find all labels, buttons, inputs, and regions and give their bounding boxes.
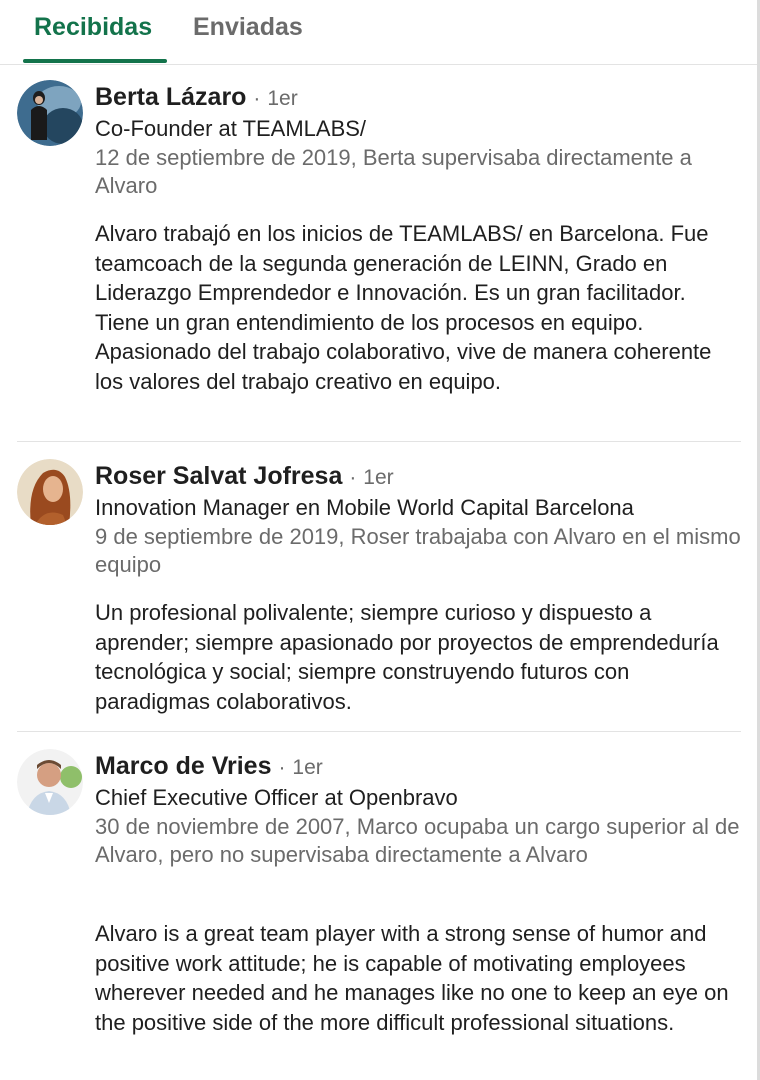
recommendation-meta: 12 de septiembre de 2019, Berta supervis… — [95, 145, 692, 198]
avatar-roser[interactable] — [17, 459, 83, 525]
separator-dot: · — [278, 756, 286, 779]
recommender-headline: Innovation Manager en Mobile World Capit… — [95, 495, 634, 520]
separator-dot: · — [349, 466, 357, 489]
recommendation-text: Un profesional polivalente; siempre curi… — [95, 600, 719, 714]
recommendation-meta: 30 de noviembre de 2007, Marco ocupaba u… — [95, 814, 740, 867]
name-line: Roser Salvat Jofresa · 1er — [95, 461, 394, 493]
recommender-name[interactable]: Marco de Vries — [95, 752, 271, 780]
tab-bar: Recibidas Enviadas — [0, 0, 757, 65]
avatar-image — [17, 749, 83, 815]
tab-enviadas[interactable]: Enviadas — [193, 12, 303, 42]
tab-recibidas[interactable]: Recibidas — [34, 12, 152, 42]
divider — [17, 441, 741, 442]
avatar-image — [17, 459, 83, 525]
recommender-name[interactable]: Roser Salvat Jofresa — [95, 462, 342, 490]
name-line: Berta Lázaro · 1er — [95, 82, 298, 114]
recommendation-meta: 9 de septiembre de 2019, Roser trabajaba… — [95, 524, 741, 577]
divider — [17, 731, 741, 732]
recommendation-text: Alvaro is a great team player with a str… — [95, 921, 729, 1035]
connection-degree: 1er — [267, 87, 298, 110]
avatar-berta[interactable] — [17, 80, 83, 146]
avatar-image — [17, 80, 83, 146]
recommender-name[interactable]: Berta Lázaro — [95, 83, 246, 111]
connection-degree: 1er — [292, 756, 323, 779]
recommender-headline: Chief Executive Officer at Openbravo — [95, 785, 458, 810]
recommender-headline: Co-Founder at TEAMLABS/ — [95, 116, 367, 141]
recommendation-text: Alvaro trabajó en los inicios de TEAMLAB… — [95, 221, 712, 394]
active-tab-indicator — [23, 59, 167, 63]
connection-degree: 1er — [363, 466, 394, 489]
avatar-marco[interactable] — [17, 749, 83, 815]
name-line: Marco de Vries · 1er — [95, 751, 323, 783]
separator-dot: · — [253, 87, 261, 110]
